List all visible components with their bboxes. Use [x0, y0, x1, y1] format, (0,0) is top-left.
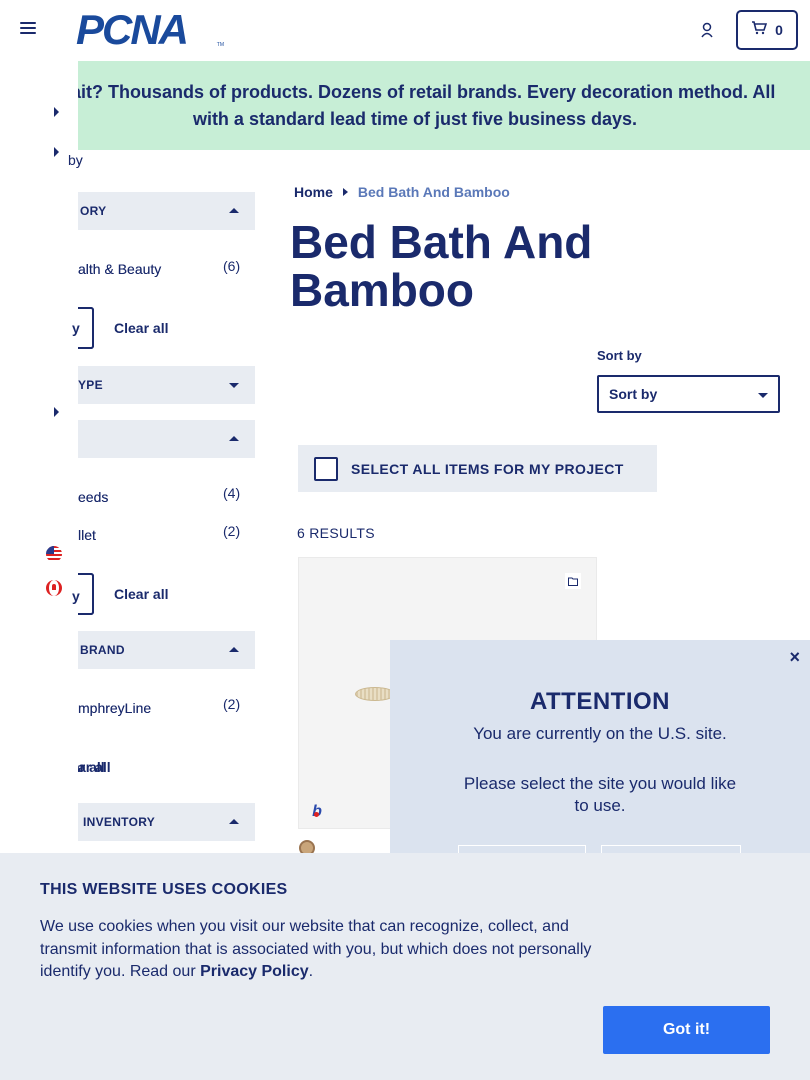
- filter-option-eeds-visible[interactable]: eeds: [78, 489, 108, 505]
- logo-text: PCNA: [76, 6, 189, 53]
- us-flag-icon[interactable]: [46, 546, 62, 562]
- breadcrumb-separator-icon: [342, 188, 348, 196]
- accept-cookies-button[interactable]: Got it!: [603, 1006, 770, 1054]
- filter-header-category-visible[interactable]: ORY: [78, 192, 255, 230]
- cookie-body: We use cookies when you visit our websit…: [40, 916, 610, 984]
- canada-flag-icon[interactable]: [46, 580, 62, 596]
- filter-option-health-beauty-visible[interactable]: alth & Beauty: [78, 261, 161, 277]
- modal-current-site-text: You are currently on the U.S. site.: [473, 724, 727, 743]
- apply-fragment-text: y: [72, 320, 80, 336]
- chevron-up-icon: [229, 208, 239, 213]
- folder-icon[interactable]: [565, 573, 581, 589]
- apply-filter-button-visible[interactable]: [78, 573, 94, 615]
- select-all-checkbox[interactable]: [314, 456, 338, 481]
- cookie-title: THIS WEBSITE USES COOKIES: [40, 881, 288, 898]
- select-all-items[interactable]: SELECT ALL ITEMS FOR MY PROJECT: [298, 445, 657, 492]
- filter-option-llet-visible[interactable]: llet: [78, 527, 96, 543]
- caret-right-icon[interactable]: [54, 107, 59, 117]
- caret-right-icon[interactable]: [54, 407, 59, 417]
- chevron-down-icon: [229, 383, 239, 388]
- clear-all-link[interactable]: Clear all: [114, 586, 168, 602]
- close-icon[interactable]: ×: [789, 648, 800, 666]
- apply-fragment-text: y: [72, 588, 80, 604]
- sort-fragment-text-visible: by: [68, 152, 83, 168]
- results-count: 6 RESULTS: [297, 525, 375, 541]
- breadcrumb: Home Bed Bath And Bamboo: [294, 184, 510, 200]
- caret-right-icon[interactable]: [54, 147, 59, 157]
- sort-select[interactable]: Sort by: [597, 375, 780, 413]
- filter-option-count: (2): [223, 696, 241, 712]
- filter-header-third-visible[interactable]: [78, 420, 255, 458]
- filter-option-count: (6): [223, 258, 241, 274]
- logo-tm: TM: [216, 42, 224, 48]
- select-all-label: SELECT ALL ITEMS FOR MY PROJECT: [351, 460, 624, 477]
- cookie-body-period: .: [308, 963, 314, 980]
- filter-header-category-label: ORY: [80, 204, 107, 218]
- side-nav-rail: [0, 61, 78, 853]
- filter-header-type-visible[interactable]: YPE: [78, 366, 255, 404]
- page-title: Bed Bath And Bamboo: [290, 216, 593, 316]
- product-image[interactable]: [355, 687, 395, 701]
- cookie-body-text: We use cookies when you visit our websit…: [40, 918, 592, 980]
- chevron-up-icon: [229, 819, 239, 824]
- modal-select-site-text: Please select the site you would like to…: [463, 774, 737, 815]
- hamburger-menu-icon[interactable]: [20, 22, 36, 36]
- filter-header-brand-visible[interactable]: BRAND: [78, 631, 255, 669]
- clear-all-link[interactable]: Clear all: [114, 320, 168, 336]
- chevron-down-icon: [758, 393, 768, 398]
- sort-selected-value: Sort by: [609, 386, 658, 402]
- filter-option-humphreyline-visible[interactable]: mphreyLine: [78, 700, 151, 716]
- breadcrumb-current: Bed Bath And Bamboo: [357, 184, 510, 200]
- promo-banner-text: Wait? Thousands of products. Dozens of r…: [54, 81, 776, 129]
- privacy-policy-link[interactable]: Privacy Policy: [200, 963, 309, 980]
- apply-filter-button-visible[interactable]: [78, 307, 94, 349]
- brand-badge-icon: b: [309, 803, 325, 820]
- filter-option-count: (4): [223, 485, 241, 501]
- filter-header-inventory-label: INVENTORY: [83, 815, 156, 829]
- filter-header-brand-label: BRAND: [80, 643, 125, 657]
- filter-option-count: (2): [223, 523, 241, 539]
- chevron-up-icon: [229, 436, 239, 441]
- modal-title: ATTENTION: [529, 688, 671, 715]
- account-icon[interactable]: [700, 22, 716, 38]
- page: PCNA TM 0 Wait? Thousands of products. D…: [0, 0, 810, 1080]
- filter-header-type-label: YPE: [78, 378, 103, 392]
- filter-header-inventory-visible[interactable]: INVENTORY: [78, 803, 255, 841]
- pcna-logo[interactable]: PCNA TM: [76, 6, 224, 53]
- clear-all-link-visible[interactable]: ar all: [78, 759, 111, 775]
- cart-button[interactable]: 0: [736, 10, 798, 50]
- promo-banner: Wait? Thousands of products. Dozens of r…: [0, 61, 810, 150]
- breadcrumb-home[interactable]: Home: [294, 184, 333, 200]
- cookie-banner: THIS WEBSITE USES COOKIES We use cookies…: [0, 853, 810, 1080]
- chevron-up-icon: [229, 647, 239, 652]
- cart-icon: [751, 20, 768, 40]
- sort-label: Sort by: [597, 348, 642, 363]
- site-header: PCNA TM 0: [0, 0, 810, 61]
- site-select-modal: × ATTENTION You are currently on the U.S…: [390, 640, 810, 885]
- cart-count: 0: [775, 22, 783, 38]
